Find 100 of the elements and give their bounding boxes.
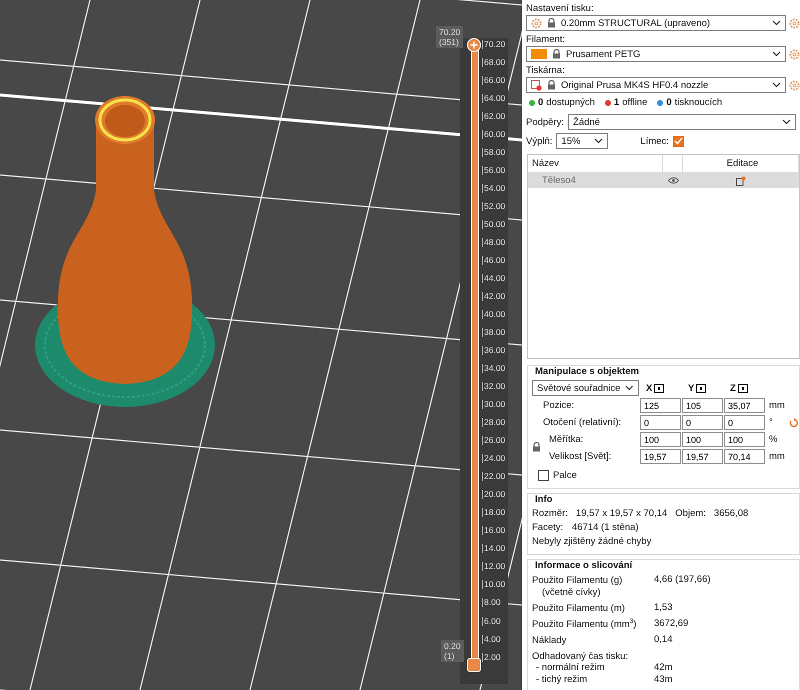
info-label: Použito Filamentu (g) — [532, 574, 622, 587]
info-label: - tichý režim — [535, 674, 588, 686]
eye-icon[interactable] — [668, 177, 678, 184]
height-tick-label: 58.00 — [482, 148, 506, 158]
edit-icon[interactable] — [736, 176, 746, 186]
info-label: Použito Filamentu (m) — [532, 602, 625, 615]
value-field[interactable]: 35,07 — [724, 398, 765, 413]
value-field[interactable]: 100 — [724, 432, 765, 447]
height-tick-label: 24.00 — [482, 454, 506, 464]
info-value: 1,53 — [654, 602, 674, 614]
info-value: 4,66 (197,66) — [654, 574, 712, 586]
lock-icon — [547, 80, 556, 90]
filament-swatch — [531, 49, 547, 59]
field-label: Límec: — [640, 136, 669, 146]
brim-checkbox[interactable] — [672, 136, 684, 146]
value-field[interactable]: 19,57 — [640, 449, 681, 464]
value-field[interactable]: 100 — [640, 432, 681, 447]
info-label: Použito Filamentu (mm$^{3}$) — [532, 618, 636, 631]
infill-dropdown[interactable]: 15% — [556, 133, 608, 149]
height-tick-label: 46.00 — [482, 256, 506, 266]
info-value: 3672,69 — [654, 618, 690, 630]
info-value: 0,14 — [654, 634, 674, 646]
height-tick-label: 36.00 — [482, 346, 506, 356]
height-tick-label: 30.00 — [482, 400, 506, 410]
height-tick-label: 18.00 — [482, 508, 506, 518]
field-label: Výplň: — [526, 136, 552, 146]
height-tick-label: 50.00 — [482, 220, 506, 230]
info-label: Náklady — [532, 634, 566, 647]
printer-icon — [531, 80, 542, 90]
section-title: Informace o slicování — [535, 560, 634, 571]
lower-layer-handle[interactable] — [467, 658, 481, 672]
height-tick-label: 16.00 — [482, 526, 506, 536]
height-tick-label: 64.00 — [482, 94, 506, 104]
caret-icon — [772, 51, 781, 57]
height-tick-label: 38.00 — [482, 328, 506, 338]
axis-label: X — [646, 382, 652, 394]
info-label: - normální režim — [535, 662, 606, 674]
height-tick-label: 28.00 — [482, 418, 506, 428]
value-field[interactable]: 0 — [682, 415, 723, 430]
column-header: Editace — [683, 155, 799, 172]
value-field[interactable]: 0 — [640, 415, 681, 430]
info-label: Facety: — [532, 522, 564, 533]
height-tick-label: 62.00 — [482, 112, 506, 122]
axis-lock-icon[interactable] — [654, 384, 664, 392]
info-label: Rozměr: — [532, 508, 568, 519]
section-title: Info — [535, 494, 554, 505]
height-tick-label: 66.00 — [482, 76, 506, 86]
info-value: 19,57 x 19,57 x 70,14 — [576, 508, 668, 519]
preset-dropdown[interactable]: Prusament PETG — [526, 46, 786, 62]
value-field[interactable]: 0 — [724, 415, 765, 430]
unit-label: mm — [768, 451, 786, 462]
caret-icon — [772, 82, 781, 88]
coordinates-dropdown[interactable]: Světové souřadnice — [532, 380, 639, 396]
height-tick-label: 14.00 — [482, 544, 506, 554]
checkbox-label: Palce — [553, 470, 577, 481]
printer-status: 0 dostupných — [529, 97, 595, 108]
info-value: 46714 (1 stěna) — [572, 522, 639, 533]
row-label: Velikost [Svět]: — [548, 451, 612, 462]
height-tick-label: 2.00 — [482, 652, 506, 662]
height-tick-label: 8.00 — [482, 598, 506, 608]
unit-label: mm — [768, 400, 786, 411]
axis-lock-icon[interactable] — [696, 384, 706, 392]
height-tick-label: 12.00 — [482, 562, 506, 572]
supports-dropdown[interactable]: Žádné — [568, 114, 796, 130]
upper-layer-tag: 70.20 (351) — [436, 26, 464, 48]
object-row[interactable]: Těleso4 — [528, 173, 799, 188]
reset-icon[interactable] — [789, 418, 799, 428]
height-tick-label: 34.00 — [482, 364, 506, 374]
info-value: 3656,08 — [714, 508, 748, 519]
value-field[interactable]: 100 — [682, 432, 723, 447]
height-tick-label: 44.00 — [482, 274, 506, 284]
axis-label: Z — [730, 382, 736, 394]
height-tick-label: 48.00 — [482, 238, 506, 248]
column-header: Název — [528, 155, 663, 172]
row-label: Měřítka: — [548, 434, 584, 445]
value-field[interactable]: 19,57 — [682, 449, 723, 464]
value-field[interactable]: 70,14 — [724, 449, 765, 464]
value-field[interactable]: 125 — [640, 398, 681, 413]
height-tick-label: 54.00 — [482, 184, 506, 194]
value-field[interactable]: 105 — [682, 398, 723, 413]
field-label: Tiskárna: — [526, 64, 566, 77]
checkmark-icon — [674, 137, 683, 145]
height-tick-label: 10.00 — [482, 580, 506, 590]
preset-dropdown[interactable]: 0.20mm STRUCTURAL (upraveno) — [526, 15, 786, 31]
height-tick-label: 20.00 — [482, 490, 506, 500]
height-tick-label: 26.00 — [482, 436, 506, 446]
section-title: Manipulace s objektem — [535, 366, 640, 377]
height-tick-label: 60.00 — [482, 130, 506, 140]
lock-icon — [552, 49, 561, 59]
caret-icon — [782, 119, 791, 125]
field-label: Podpěry: — [526, 116, 564, 128]
lower-layer-tag: 0.20 (1) — [441, 640, 464, 662]
inches-checkbox[interactable] — [538, 470, 549, 481]
unit-label: ° — [768, 417, 774, 428]
preset-dropdown[interactable]: Original Prusa MK4S HF0.4 nozzle — [526, 77, 786, 93]
height-tick-label: 42.00 — [482, 292, 506, 302]
field-label: Nastavení tisku: — [526, 2, 595, 15]
axis-lock-icon[interactable] — [738, 384, 748, 392]
row-label: Pozice: — [543, 400, 576, 411]
info-value: 43m — [654, 674, 674, 686]
